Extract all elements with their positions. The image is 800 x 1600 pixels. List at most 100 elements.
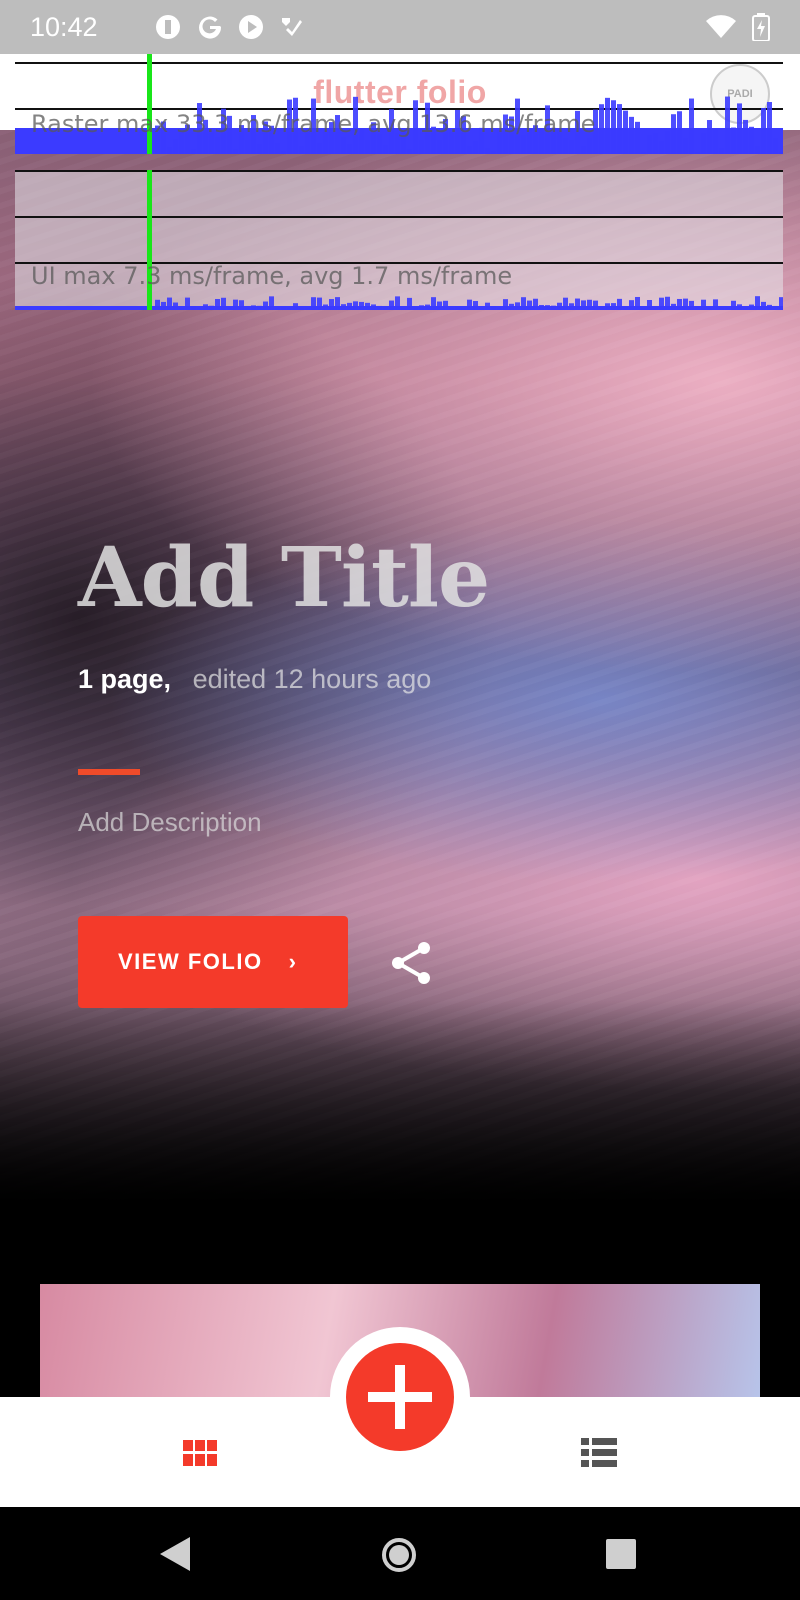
page-count: 1 page, [78, 664, 172, 694]
home-icon[interactable] [381, 1537, 417, 1573]
frame-bar [167, 297, 172, 310]
frame-bar [197, 308, 202, 310]
frame-bar [545, 305, 550, 310]
frame-bar [155, 299, 160, 310]
frame-bar [509, 303, 514, 310]
frame-bar [767, 102, 772, 154]
frame-bar [587, 138, 592, 154]
frame-bar [407, 297, 412, 310]
frame-bar [737, 103, 742, 154]
frame-bar [281, 151, 286, 154]
graph-gridline [15, 170, 783, 172]
frame-bar [695, 152, 700, 154]
frame-bar [707, 120, 712, 154]
frame-bar [773, 138, 778, 154]
frame-bar [185, 297, 190, 310]
frame-bar [695, 306, 700, 310]
folio-description[interactable]: Add Description [78, 807, 262, 838]
back-icon[interactable] [160, 1537, 190, 1571]
frame-bar [749, 304, 754, 310]
frame-bar [623, 110, 628, 154]
frame-bar [743, 308, 748, 310]
frame-bar [497, 308, 502, 310]
frame-bar [467, 299, 472, 310]
frame-bar [419, 305, 424, 310]
frame-bar [629, 116, 634, 154]
google-icon [199, 16, 222, 39]
frame-bar [269, 296, 274, 310]
frame-bar [737, 304, 742, 310]
grid-icon[interactable] [183, 1440, 217, 1466]
frame-bar [227, 308, 232, 310]
frame-bar [425, 304, 430, 310]
frame-bar [581, 300, 586, 310]
view-folio-button[interactable]: VIEW FOLIO › [78, 916, 348, 1008]
raster-stats-label: Raster max 33.3 ms/frame, avg 13.6 ms/fr… [31, 110, 596, 138]
frame-bar [353, 301, 358, 310]
frame-bar [719, 148, 724, 154]
list-icon[interactable] [581, 1438, 617, 1468]
edited-time: edited 12 hours ago [192, 664, 432, 694]
frame-bar [203, 304, 208, 310]
frame-bar [179, 308, 184, 310]
frame-bar [383, 307, 388, 310]
frame-bar [401, 308, 406, 310]
frame-bar [779, 152, 783, 154]
frame-bar [629, 300, 634, 310]
frame-bar [563, 297, 568, 310]
frame-bar [671, 114, 676, 154]
frame-bar [725, 96, 730, 154]
frame-bar [599, 104, 604, 154]
frame-bar [713, 128, 718, 154]
frame-bar [749, 126, 754, 154]
frame-bar [653, 308, 658, 310]
frame-bar [641, 308, 646, 310]
frame-bar [191, 306, 196, 310]
frame-bar [707, 308, 712, 310]
frame-bar [365, 140, 370, 154]
frame-bar [605, 97, 610, 154]
frame-bar [533, 298, 538, 310]
frame-bar [215, 298, 220, 310]
frame-bar [281, 307, 286, 310]
frame-bar [677, 111, 682, 154]
frame-bar [443, 300, 448, 310]
frame-bar [257, 144, 262, 154]
recents-icon[interactable] [606, 1539, 636, 1569]
frame-bar [449, 308, 454, 310]
add-folio-button[interactable] [346, 1343, 454, 1451]
frame-bar [305, 308, 310, 310]
frame-bar [569, 303, 574, 310]
frame-bar [275, 143, 280, 154]
frame-bar [209, 305, 214, 310]
frame-bar [299, 146, 304, 154]
frame-bar [485, 302, 490, 310]
frame-bar [491, 151, 496, 154]
frame-bar [347, 144, 352, 154]
frame-bar [413, 308, 418, 310]
frame-bar [245, 140, 250, 154]
frame-bar [587, 299, 592, 310]
frame-bar [767, 304, 772, 310]
graph-gridline [15, 216, 783, 218]
frame-bar [755, 146, 760, 154]
frame-bar [617, 104, 622, 154]
share-icon[interactable] [390, 940, 434, 986]
frame-bar [557, 302, 562, 310]
frame-bar [215, 137, 220, 154]
frame-bar [263, 301, 268, 310]
frame-bar [437, 301, 442, 310]
add-icon [368, 1365, 432, 1429]
folio-title[interactable]: Add Title [78, 530, 490, 626]
frame-bar [731, 300, 736, 310]
chevron-right-icon: › [288, 949, 298, 974]
frame-bar [659, 141, 664, 154]
frame-bar [755, 296, 760, 310]
frame-bar [551, 305, 556, 310]
frame-bar [233, 149, 238, 154]
status-system-icons [706, 13, 770, 41]
frame-bar [479, 308, 484, 310]
frame-bar [419, 140, 424, 154]
frame-bar [191, 149, 196, 154]
frame-bar [731, 127, 736, 154]
